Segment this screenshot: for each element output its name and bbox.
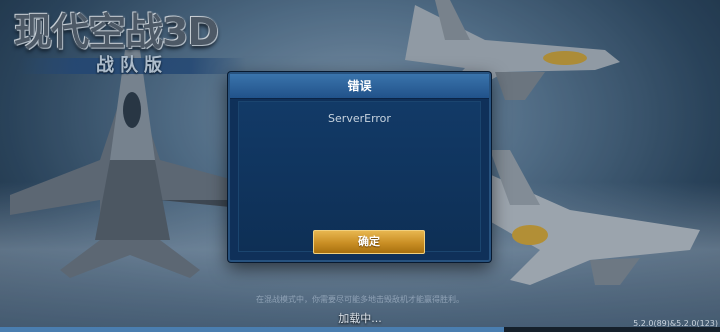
loading-progress-bar <box>0 327 720 332</box>
confirm-button[interactable]: 确定 <box>313 230 425 254</box>
loading-progress-fill <box>0 327 504 332</box>
gameplay-tip: 在混战模式中，你需要尽可能多地击毁敌机才能赢得胜利。 <box>256 295 464 304</box>
error-dialog: 错误 ServerError 确定 <box>228 72 491 262</box>
loading-text: 加载中... <box>338 312 382 325</box>
dialog-title: 错误 <box>347 79 372 93</box>
error-message: ServerError <box>328 112 391 125</box>
dialog-header: 错误 <box>230 74 489 99</box>
dialog-body: ServerError 确定 <box>238 101 481 254</box>
